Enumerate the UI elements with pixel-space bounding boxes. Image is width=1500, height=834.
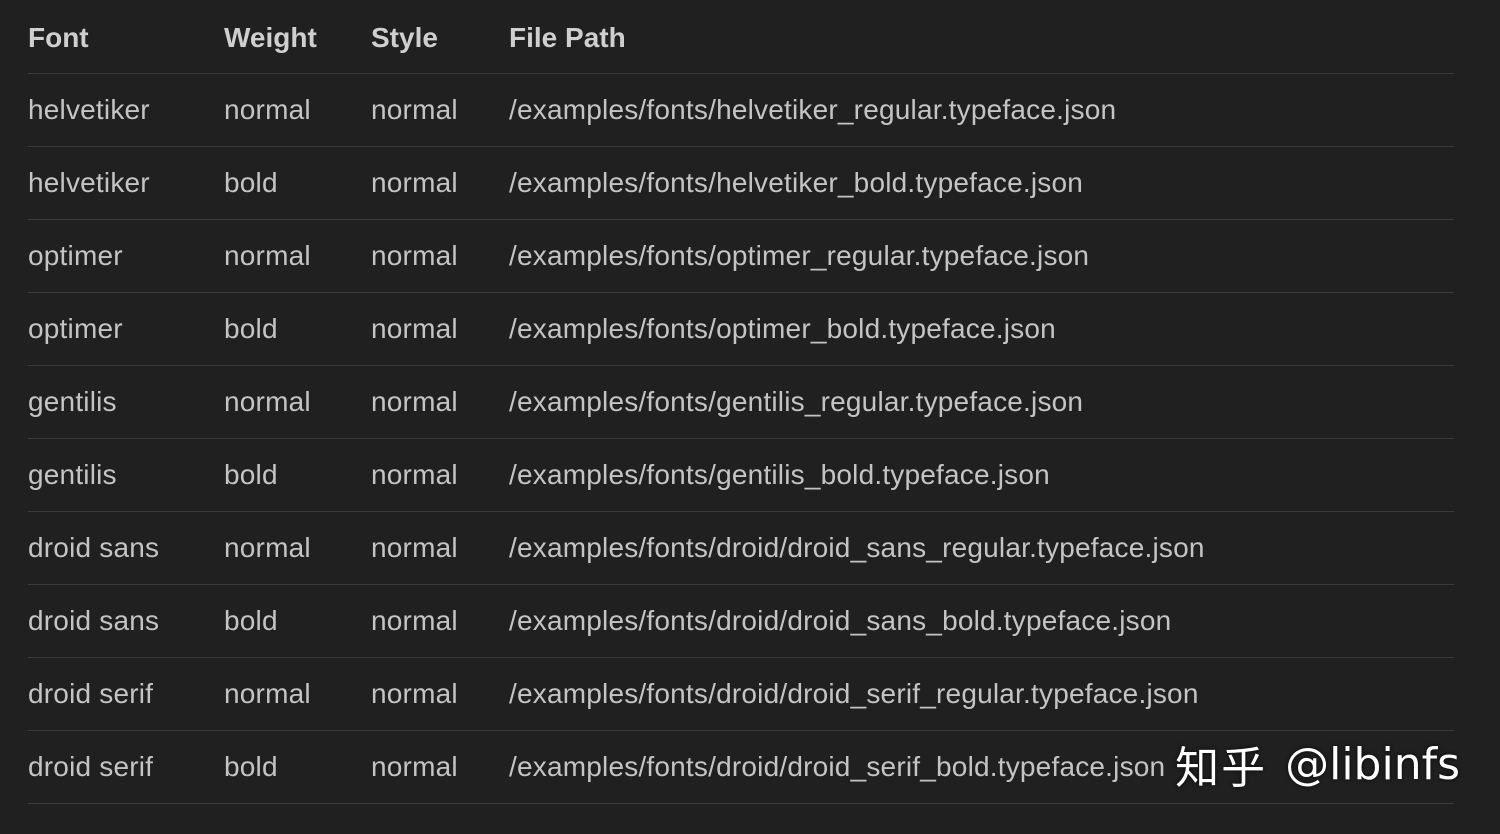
cell-font: droid sans — [28, 511, 224, 585]
header-file-path: File Path — [509, 2, 1454, 74]
cell-file-path: /examples/fonts/helvetiker_regular.typef… — [509, 73, 1454, 147]
table-row: helvetiker bold normal /examples/fonts/h… — [28, 146, 1454, 220]
table-row: optimer bold normal /examples/fonts/opti… — [28, 292, 1454, 366]
cell-font: droid serif — [28, 657, 224, 731]
cell-file-path: /examples/fonts/optimer_regular.typeface… — [509, 219, 1454, 293]
cell-style: normal — [371, 219, 509, 293]
table-row: droid serif normal normal /examples/font… — [28, 657, 1454, 731]
table-body: helvetiker normal normal /examples/fonts… — [28, 73, 1454, 804]
cell-weight: bold — [224, 146, 371, 220]
cell-font: droid sans — [28, 584, 224, 658]
header-style: Style — [371, 2, 509, 74]
cell-file-path: /examples/fonts/gentilis_bold.typeface.j… — [509, 438, 1454, 512]
header-weight: Weight — [224, 2, 371, 74]
watermark-site: 知乎 — [1175, 743, 1268, 794]
cell-style: normal — [371, 438, 509, 512]
cell-style: normal — [371, 584, 509, 658]
cell-weight: bold — [224, 438, 371, 512]
cell-style: normal — [371, 511, 509, 585]
cell-style: normal — [371, 292, 509, 366]
table-header: Font Weight Style File Path — [28, 2, 1454, 74]
table-row: gentilis normal normal /examples/fonts/g… — [28, 365, 1454, 439]
cell-file-path: /examples/fonts/optimer_bold.typeface.js… — [509, 292, 1454, 366]
cell-file-path: /examples/fonts/droid/droid_sans_bold.ty… — [509, 584, 1454, 658]
cell-style: normal — [371, 657, 509, 731]
header-row: Font Weight Style File Path — [28, 2, 1454, 74]
table-row: optimer normal normal /examples/fonts/op… — [28, 219, 1454, 293]
font-table: Font Weight Style File Path helvetiker n… — [28, 2, 1454, 804]
cell-style: normal — [371, 146, 509, 220]
cell-weight: normal — [224, 511, 371, 585]
cell-font: optimer — [28, 219, 224, 293]
cell-font: optimer — [28, 292, 224, 366]
cell-style: normal — [371, 73, 509, 147]
cell-font: gentilis — [28, 438, 224, 512]
cell-weight: normal — [224, 365, 371, 439]
cell-weight: normal — [224, 219, 371, 293]
cell-file-path: /examples/fonts/gentilis_regular.typefac… — [509, 365, 1454, 439]
cell-file-path: /examples/fonts/droid/droid_sans_regular… — [509, 511, 1454, 585]
cell-weight: normal — [224, 657, 371, 731]
cell-font: helvetiker — [28, 73, 224, 147]
watermark-handle: @libinfs — [1285, 738, 1460, 790]
cell-weight: normal — [224, 73, 371, 147]
table-row: droid sans normal normal /examples/fonts… — [28, 511, 1454, 585]
cell-style: normal — [371, 365, 509, 439]
table-row: gentilis bold normal /examples/fonts/gen… — [28, 438, 1454, 512]
cell-weight: bold — [224, 730, 371, 804]
cell-file-path: /examples/fonts/helvetiker_bold.typeface… — [509, 146, 1454, 220]
cell-weight: bold — [224, 584, 371, 658]
watermark: 知乎 @libinfs — [1175, 732, 1460, 796]
cell-font: droid serif — [28, 730, 224, 804]
cell-style: normal — [371, 730, 509, 804]
cell-font: helvetiker — [28, 146, 224, 220]
cell-file-path: /examples/fonts/droid/droid_serif_regula… — [509, 657, 1454, 731]
table-row: droid sans bold normal /examples/fonts/d… — [28, 584, 1454, 658]
table-row: helvetiker normal normal /examples/fonts… — [28, 73, 1454, 147]
cell-weight: bold — [224, 292, 371, 366]
header-font: Font — [28, 2, 224, 74]
cell-font: gentilis — [28, 365, 224, 439]
font-table-container: Font Weight Style File Path helvetiker n… — [28, 2, 1454, 804]
